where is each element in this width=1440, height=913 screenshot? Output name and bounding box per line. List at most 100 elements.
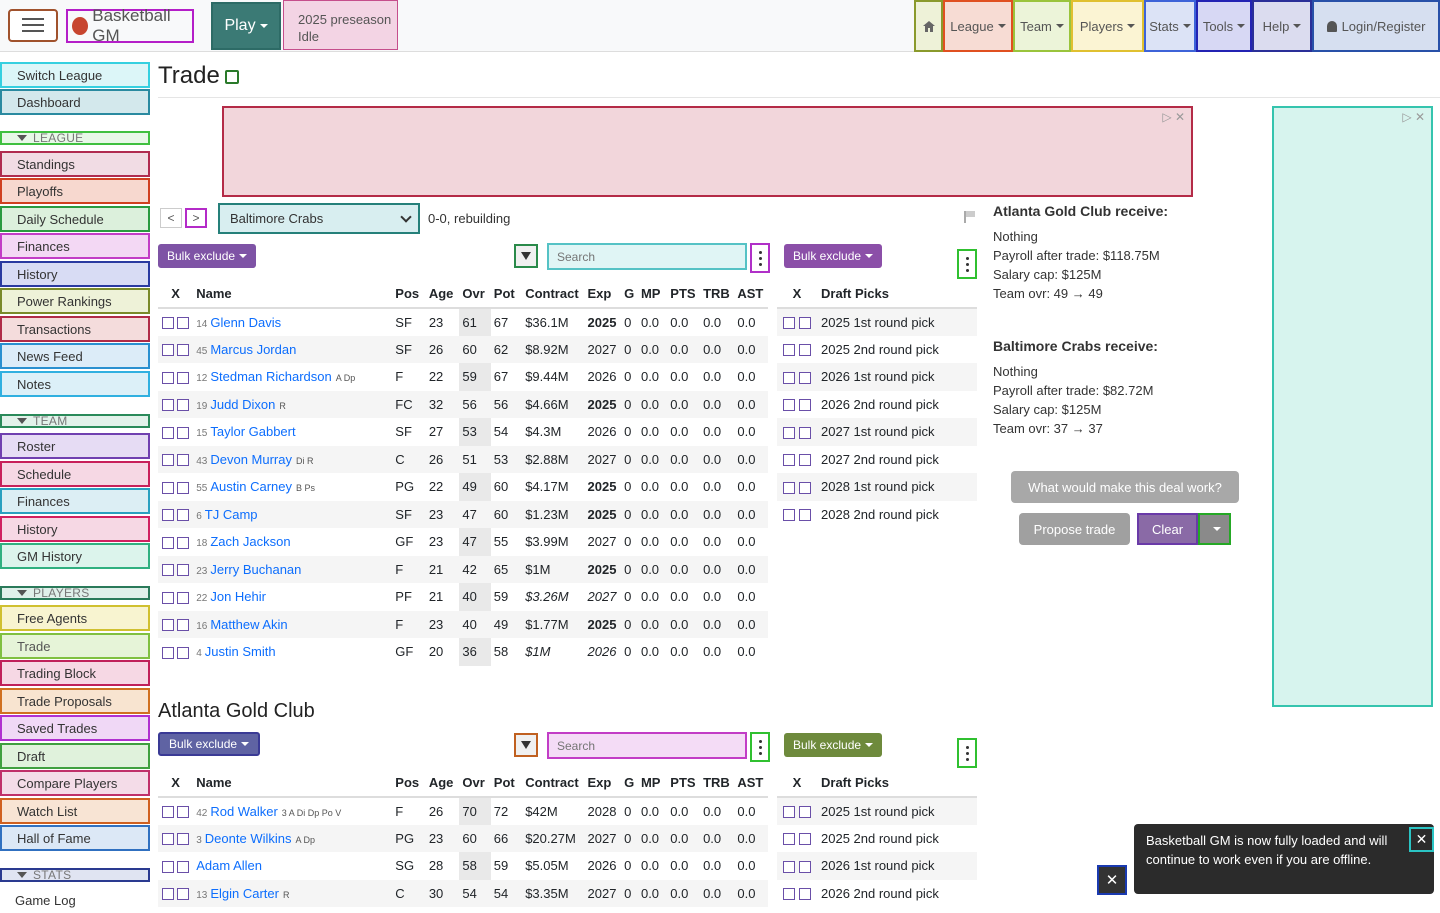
play-menu-button[interactable]: Play xyxy=(211,2,281,50)
column-header-draft-picks[interactable]: Draft Picks xyxy=(817,768,977,798)
exclude-checkbox[interactable] xyxy=(783,888,796,901)
column-header-age[interactable]: Age xyxy=(425,279,460,309)
exclude-checkbox[interactable] xyxy=(161,806,174,819)
prev-team-button[interactable]: < xyxy=(160,208,182,228)
more-options-icon[interactable] xyxy=(957,249,977,279)
player-name-link[interactable]: Devon Murray xyxy=(210,452,292,467)
trade-checkbox[interactable] xyxy=(177,481,190,494)
column-header-exp[interactable]: Exp xyxy=(584,279,622,309)
exclude-checkbox[interactable] xyxy=(161,317,174,330)
column-header-trb[interactable]: TRB xyxy=(700,768,735,798)
sidebar-item-team-finances[interactable]: Finances xyxy=(0,488,150,514)
other-search-input[interactable] xyxy=(547,732,747,759)
sidebar-item-roster[interactable]: Roster xyxy=(0,433,150,459)
column-header-pot[interactable]: Pot xyxy=(490,768,523,798)
player-name-link[interactable]: Adam Allen xyxy=(196,858,262,873)
player-name-link[interactable]: Taylor Gabbert xyxy=(210,424,295,439)
trade-checkbox[interactable] xyxy=(177,317,190,330)
exclude-checkbox[interactable] xyxy=(783,833,796,846)
trade-checkbox[interactable] xyxy=(177,619,190,632)
exclude-checkbox[interactable] xyxy=(161,619,174,632)
column-header-mp[interactable]: MP xyxy=(637,768,668,798)
filter-button[interactable] xyxy=(514,733,538,757)
team-menu[interactable]: Team xyxy=(1013,0,1071,52)
exclude-checkbox[interactable] xyxy=(161,536,174,549)
bulk-exclude-other-players-button[interactable]: Bulk exclude xyxy=(158,732,261,756)
column-header-name[interactable]: Name xyxy=(193,768,393,798)
bulk-exclude-players-button[interactable]: Bulk exclude xyxy=(158,244,257,268)
floating-close-button[interactable]: ✕ xyxy=(1097,865,1127,895)
team-select[interactable]: Baltimore Crabs xyxy=(218,203,420,234)
column-header-age[interactable]: Age xyxy=(425,768,460,798)
exclude-checkbox[interactable] xyxy=(783,806,796,819)
column-header-pos[interactable]: Pos xyxy=(392,279,426,309)
player-name-link[interactable]: Judd Dixon xyxy=(210,397,275,412)
exclude-checkbox[interactable] xyxy=(161,399,174,412)
column-header-ovr[interactable]: Ovr xyxy=(459,768,491,798)
trade-checkbox[interactable] xyxy=(798,806,811,819)
sidebar-item-trade-proposals[interactable]: Trade Proposals xyxy=(0,688,150,714)
trade-checkbox[interactable] xyxy=(177,426,190,439)
exclude-checkbox[interactable] xyxy=(783,317,796,330)
login-register-link[interactable]: Login/Register xyxy=(1312,0,1440,52)
player-name-link[interactable]: Stedman Richardson xyxy=(210,369,331,384)
ad-close-icon[interactable]: ▷ ✕ xyxy=(1402,110,1425,124)
trade-checkbox[interactable] xyxy=(177,888,190,901)
search-input[interactable] xyxy=(547,243,747,270)
more-options-icon[interactable] xyxy=(750,243,770,273)
players-menu[interactable]: Players xyxy=(1071,0,1144,52)
next-team-button[interactable]: > xyxy=(185,208,207,228)
player-name-link[interactable]: Glenn Davis xyxy=(210,315,281,330)
trade-checkbox[interactable] xyxy=(798,399,811,412)
home-button[interactable] xyxy=(914,0,943,52)
sidebar-item-notes[interactable]: Notes xyxy=(0,371,150,397)
sidebar-item-switch-league[interactable]: Switch League xyxy=(0,62,150,88)
column-header-mp[interactable]: MP xyxy=(637,279,668,309)
player-name-link[interactable]: Jon Hehir xyxy=(210,589,266,604)
player-name-link[interactable]: Zach Jackson xyxy=(210,534,290,549)
column-header-x[interactable]: X xyxy=(777,279,817,309)
column-header-contract[interactable]: Contract xyxy=(522,279,585,309)
sidebar-section-league[interactable]: LEAGUE xyxy=(0,131,150,145)
exclude-checkbox[interactable] xyxy=(161,426,174,439)
exclude-checkbox[interactable] xyxy=(161,454,174,467)
column-header-contract[interactable]: Contract xyxy=(522,768,585,798)
exclude-checkbox[interactable] xyxy=(783,481,796,494)
player-name-link[interactable]: TJ Camp xyxy=(205,507,258,522)
column-header-g[interactable]: G xyxy=(621,768,638,798)
trade-checkbox[interactable] xyxy=(798,317,811,330)
bulk-exclude-other-picks-button[interactable]: Bulk exclude xyxy=(784,733,883,757)
ad-banner[interactable]: ▷ ✕ xyxy=(222,106,1193,197)
column-header-g[interactable]: G xyxy=(621,279,638,309)
trade-checkbox[interactable] xyxy=(798,509,811,522)
exclude-checkbox[interactable] xyxy=(783,371,796,384)
sidebar-section-stats[interactable]: STATS xyxy=(0,868,150,882)
column-header-exp[interactable]: Exp xyxy=(584,768,622,798)
trade-checkbox[interactable] xyxy=(798,344,811,357)
trade-checkbox[interactable] xyxy=(798,833,811,846)
sidebar-section-team[interactable]: TEAM xyxy=(0,414,150,428)
sidebar-item-transactions[interactable]: Transactions xyxy=(0,316,150,342)
sidebar-item-schedule[interactable]: Schedule xyxy=(0,461,150,487)
exclude-checkbox[interactable] xyxy=(161,344,174,357)
column-header-x[interactable]: X xyxy=(777,768,817,798)
brand-logo[interactable]: Basketball GM xyxy=(66,6,194,45)
clear-options-dropdown[interactable] xyxy=(1198,513,1231,545)
exclude-checkbox[interactable] xyxy=(161,888,174,901)
exclude-checkbox[interactable] xyxy=(783,860,796,873)
column-header-name[interactable]: Name xyxy=(193,279,393,309)
trade-checkbox[interactable] xyxy=(798,481,811,494)
player-name-link[interactable]: Deonte Wilkins xyxy=(205,831,292,846)
sidebar-item-free-agents[interactable]: Free Agents xyxy=(0,605,150,631)
more-options-icon[interactable] xyxy=(750,732,770,762)
sidebar-item-news-feed[interactable]: News Feed xyxy=(0,343,150,369)
player-name-link[interactable]: Elgin Carter xyxy=(210,886,279,901)
what-would-make-deal-work-button[interactable]: What would make this deal work? xyxy=(1011,471,1239,503)
menu-toggle-button[interactable] xyxy=(8,9,58,42)
toast-close-button[interactable]: ✕ xyxy=(1409,827,1434,852)
exclude-checkbox[interactable] xyxy=(161,509,174,522)
exclude-checkbox[interactable] xyxy=(783,454,796,467)
clear-button[interactable]: Clear xyxy=(1137,513,1198,545)
sidebar-item-saved-trades[interactable]: Saved Trades xyxy=(0,715,150,741)
sidebar-item-league-history[interactable]: History xyxy=(0,261,150,287)
